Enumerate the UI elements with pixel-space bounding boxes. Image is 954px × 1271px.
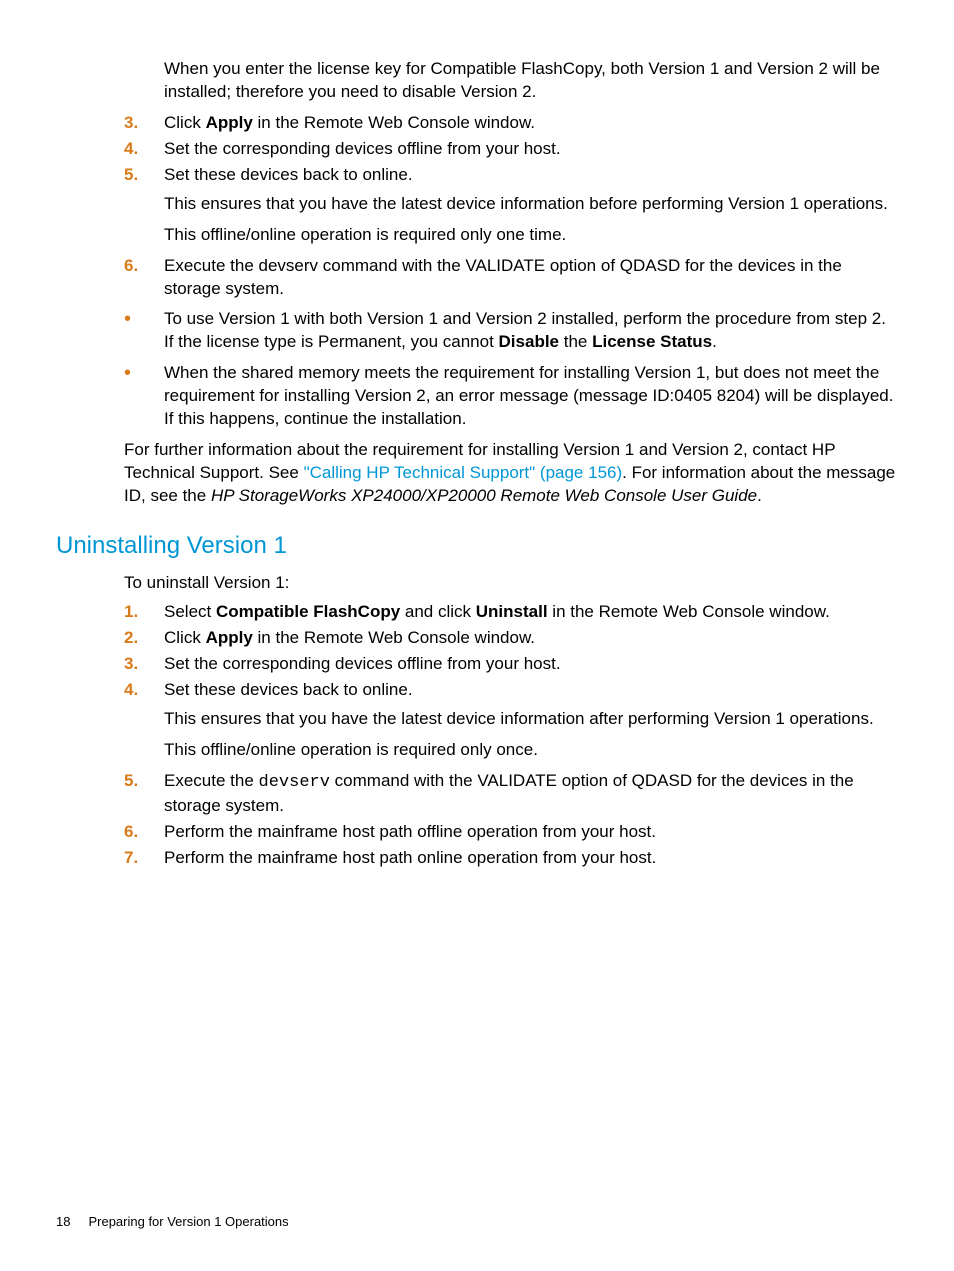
item-text: Perform the mainframe host path online o… (164, 847, 898, 870)
document-page: When you enter the license key for Compa… (0, 0, 954, 1271)
item-number: 1. (124, 601, 154, 624)
page-content: When you enter the license key for Compa… (56, 58, 898, 870)
list-item: • To use Version 1 with both Version 1 a… (124, 308, 898, 354)
item-text: This ensures that you have the latest de… (164, 193, 898, 216)
ordered-list-1: 3. Click Apply in the Remote Web Console… (124, 112, 898, 431)
item-number: 6. (124, 255, 154, 278)
sub-intro-paragraph: To uninstall Version 1: (124, 572, 898, 595)
item-number: 7. (124, 847, 154, 870)
item-text: Set these devices back to online. (164, 164, 898, 187)
page-number: 18 (56, 1213, 70, 1231)
item-text: Execute the devserv command with the VAL… (164, 255, 898, 301)
item-text: This offline/online operation is require… (164, 224, 898, 247)
item-text: Set these devices back to online. (164, 679, 898, 702)
footer-title: Preparing for Version 1 Operations (88, 1214, 288, 1229)
item-number: 6. (124, 821, 154, 844)
list-item: 3. Set the corresponding devices offline… (124, 653, 898, 676)
item-text: This ensures that you have the latest de… (164, 708, 898, 731)
item-text: Set the corresponding devices offline fr… (164, 138, 898, 161)
item-text: When the shared memory meets the require… (164, 362, 898, 431)
list-item: 5. Set these devices back to online. Thi… (124, 164, 898, 247)
after-list-paragraph: For further information about the requir… (124, 439, 898, 508)
item-number: 3. (124, 653, 154, 676)
cross-reference-link[interactable]: "Calling HP Technical Support" (page 156… (304, 463, 623, 482)
list-item: 4. Set the corresponding devices offline… (124, 138, 898, 161)
list-item: 7. Perform the mainframe host path onlin… (124, 847, 898, 870)
list-item: 6. Execute the devserv command with the … (124, 255, 898, 301)
list-item: 6. Perform the mainframe host path offli… (124, 821, 898, 844)
list-item: 1. Select Compatible FlashCopy and click… (124, 601, 898, 624)
ordered-list-2: 1. Select Compatible FlashCopy and click… (124, 601, 898, 869)
item-text: To use Version 1 with both Version 1 and… (164, 308, 898, 354)
intro-paragraph: When you enter the license key for Compa… (164, 58, 898, 104)
item-text: Execute the devserv command with the VAL… (164, 770, 898, 818)
item-number: 5. (124, 164, 154, 187)
item-number: 4. (124, 138, 154, 161)
list-item: 5. Execute the devserv command with the … (124, 770, 898, 818)
item-text: This offline/online operation is require… (164, 739, 898, 762)
item-number: 2. (124, 627, 154, 650)
list-item: 4. Set these devices back to online. Thi… (124, 679, 898, 762)
item-text: Select Compatible FlashCopy and click Un… (164, 601, 898, 624)
item-number: 4. (124, 679, 154, 702)
section-heading: Uninstalling Version 1 (56, 530, 898, 562)
item-number: 5. (124, 770, 154, 793)
item-text: Click Apply in the Remote Web Console wi… (164, 112, 898, 135)
bullet-icon: • (124, 362, 154, 384)
list-item: 3. Click Apply in the Remote Web Console… (124, 112, 898, 135)
list-item: 2. Click Apply in the Remote Web Console… (124, 627, 898, 650)
item-text: Set the corresponding devices offline fr… (164, 653, 898, 676)
bullet-icon: • (124, 308, 154, 330)
item-number: 3. (124, 112, 154, 135)
item-text: Click Apply in the Remote Web Console wi… (164, 627, 898, 650)
list-item: • When the shared memory meets the requi… (124, 362, 898, 431)
paragraph-text: For further information about the requir… (124, 439, 898, 508)
page-footer: 18 Preparing for Version 1 Operations (56, 1213, 289, 1231)
item-text: Perform the mainframe host path offline … (164, 821, 898, 844)
